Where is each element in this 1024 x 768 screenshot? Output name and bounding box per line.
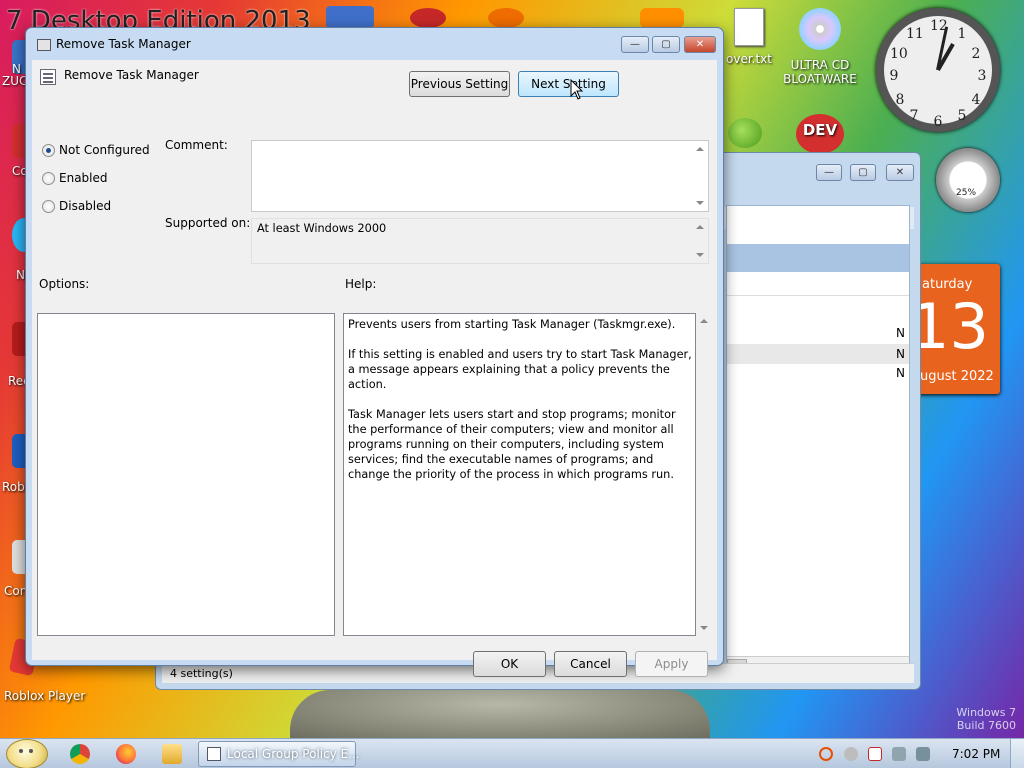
scroll-up-icon[interactable] — [696, 147, 704, 151]
desktop-icon-ultra-cd[interactable]: ULTRA CD BLOATWARE — [780, 8, 860, 86]
volume-icon[interactable] — [916, 747, 930, 761]
help-paragraph: If this setting is enabled and users try… — [348, 348, 692, 391]
calendar-month: ugust 2022 — [920, 369, 994, 384]
ok-button[interactable]: OK — [473, 651, 546, 677]
calendar-day: 13 — [910, 290, 989, 363]
desktop-icon-top-1[interactable] — [326, 6, 374, 28]
close-button[interactable]: ✕ — [684, 36, 716, 53]
setting-title: Remove Task Manager — [64, 68, 199, 82]
setting-icon — [40, 69, 56, 85]
bg-list-row[interactable]: N — [727, 324, 909, 342]
chrome-icon[interactable] — [70, 744, 90, 764]
bg-status-text: 4 setting(s) — [170, 667, 233, 680]
bg-list-cell: N — [896, 326, 905, 340]
desktop-icon-top-2[interactable] — [410, 8, 446, 28]
apply-button[interactable]: Apply — [635, 651, 708, 677]
roblox-player-label[interactable]: Roblox Player — [4, 689, 85, 703]
search-icon[interactable] — [819, 747, 833, 761]
gauge-value: 25% — [956, 188, 977, 198]
scroll-down-icon[interactable] — [696, 253, 704, 257]
watermark-line-1: Windows 7 — [956, 706, 1016, 719]
cancel-button[interactable]: Cancel — [554, 651, 627, 677]
help-panel[interactable]: Prevents users from starting Task Manage… — [343, 313, 696, 636]
bg-list-cell: N — [896, 366, 905, 380]
bg-minimize-button[interactable]: — — [816, 164, 842, 181]
bg-list-cell: N — [896, 347, 905, 361]
desktop-label-4[interactable]: N — [16, 268, 25, 282]
firefox-icon[interactable] — [116, 744, 136, 764]
help-text: Prevents users from starting Task Manage… — [348, 317, 693, 497]
angry-birds-icon[interactable] — [728, 118, 762, 148]
cpu-gauge-gadget[interactable]: 25% — [936, 148, 1000, 212]
scroll-down-icon[interactable] — [696, 201, 704, 205]
text-file-icon — [734, 8, 764, 46]
help-scrollbar[interactable] — [697, 313, 711, 636]
supported-on-field[interactable]: At least Windows 2000 — [251, 218, 709, 264]
policy-icon — [37, 39, 51, 51]
bg-close-button[interactable]: ✕ — [886, 164, 914, 181]
calendar-gadget[interactable]: aturday 13 ugust 2022 — [910, 264, 1000, 394]
scroll-up-icon[interactable] — [696, 225, 704, 229]
taskbar-clock[interactable]: 7:02 PM — [952, 747, 1000, 761]
watermark-line-2: Build 7600 — [956, 719, 1016, 732]
desktop-icon-label: ULTRA CD BLOATWARE — [783, 58, 857, 86]
clock-gadget[interactable]: 12 1 2 3 4 5 6 7 8 9 10 11 — [876, 8, 1000, 132]
bg-list-column-header[interactable] — [727, 272, 909, 296]
windows-watermark: Windows 7 Build 7600 — [956, 706, 1016, 732]
help-paragraph: Prevents users from starting Task Manage… — [348, 318, 676, 331]
desktop-icon-over-txt[interactable]: over.txt — [724, 8, 774, 66]
bg-list-row[interactable]: N — [727, 344, 909, 364]
desktop-icon-dev-cpp[interactable]: DEV C++ — [792, 114, 848, 171]
cd-icon — [799, 8, 841, 50]
group-policy-icon — [207, 747, 221, 761]
radio-label[interactable]: Disabled — [59, 199, 111, 213]
action-center-icon[interactable] — [868, 747, 882, 761]
comment-field[interactable] — [251, 140, 709, 212]
supported-on-label: Supported on: — [165, 216, 251, 230]
taskbar: Local Group Policy E... 7:02 PM — [0, 738, 1024, 768]
desktop-icon-label: over.txt — [726, 52, 772, 66]
desktop-label-7[interactable]: Con — [4, 584, 27, 598]
remove-task-manager-dialog[interactable]: Remove Task Manager — ▢ ✕ Remove Task Ma… — [25, 27, 724, 677]
help-paragraph: Task Manager lets users start and stop p… — [348, 408, 676, 481]
comment-label: Comment: — [165, 138, 228, 152]
start-button[interactable] — [6, 739, 48, 768]
bg-list-header-bar — [727, 244, 909, 272]
maximize-button[interactable]: ▢ — [652, 36, 680, 53]
radio-label[interactable]: Not Configured — [59, 143, 150, 157]
dev-cpp-icon: DEV C++ — [796, 114, 844, 171]
taskbar-item-label: Local Group Policy E... — [227, 747, 360, 761]
wallpaper-shoe — [290, 690, 710, 738]
minimize-button[interactable]: — — [621, 36, 649, 53]
dialog-title: Remove Task Manager — [56, 37, 191, 51]
options-panel[interactable] — [37, 313, 335, 636]
supported-scrollbar[interactable] — [692, 219, 708, 263]
dialog-client-area: Remove Task Manager Previous Setting Nex… — [32, 60, 717, 677]
supported-on-value: At least Windows 2000 — [257, 222, 387, 235]
bg-maximize-button[interactable]: ▢ — [850, 164, 876, 181]
folder-icon[interactable] — [162, 744, 182, 764]
radio-indicator[interactable] — [42, 144, 55, 157]
radio-indicator[interactable] — [42, 200, 55, 213]
radio-indicator[interactable] — [42, 172, 55, 185]
network-icon[interactable] — [892, 747, 906, 761]
smiley-icon — [19, 749, 23, 753]
desktop-icon-top-4[interactable] — [640, 8, 684, 28]
scroll-up-icon[interactable] — [700, 319, 708, 323]
options-label: Options: — [39, 277, 90, 291]
taskbar-item-group-policy-editor[interactable]: Local Group Policy E... — [198, 741, 360, 767]
show-desktop-button[interactable] — [1010, 739, 1024, 768]
desktop-icon-top-3[interactable] — [488, 8, 524, 28]
bg-list-row[interactable]: N — [727, 364, 909, 382]
radio-label[interactable]: Enabled — [59, 171, 108, 185]
next-setting-button[interactable]: Next Setting — [518, 71, 619, 97]
messenger-icon[interactable] — [844, 747, 858, 761]
help-label: Help: — [345, 277, 377, 291]
bg-settings-list[interactable]: N N N — [726, 205, 910, 675]
dialog-titlebar[interactable]: Remove Task Manager — ▢ ✕ — [26, 28, 723, 60]
previous-setting-button[interactable]: Previous Setting — [409, 71, 510, 97]
mouse-cursor-icon — [570, 79, 584, 100]
scroll-down-icon[interactable] — [700, 626, 708, 630]
comment-scrollbar[interactable] — [692, 141, 708, 211]
